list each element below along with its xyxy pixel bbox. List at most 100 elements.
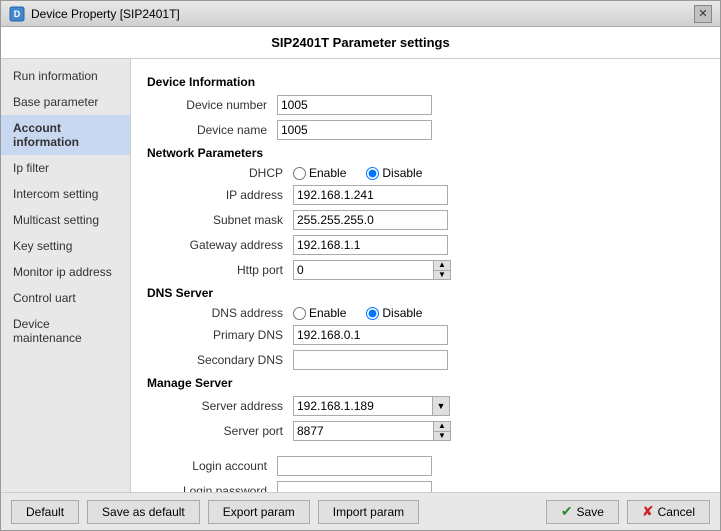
primary-dns-label: Primary DNS: [163, 328, 293, 342]
login-account-input[interactable]: [277, 456, 432, 476]
save-as-default-label: Save as default: [102, 505, 185, 519]
server-address-dropdown: ▼: [293, 396, 450, 416]
http-port-input[interactable]: [293, 260, 433, 280]
sidebar-item-monitor-ip-address[interactable]: Monitor ip address: [1, 259, 130, 285]
dhcp-radio-group: Enable Disable: [293, 166, 422, 180]
subnet-mask-label: Subnet mask: [163, 213, 293, 227]
sidebar-item-run-information[interactable]: Run information: [1, 63, 130, 89]
export-param-label: Export param: [223, 505, 295, 519]
secondary-dns-row: Secondary DNS: [163, 350, 704, 370]
close-button[interactable]: ✕: [694, 5, 712, 23]
cancel-button[interactable]: ✘ Cancel: [627, 500, 710, 524]
main-window: D Device Property [SIP2401T] ✕ SIP2401T …: [0, 0, 721, 531]
dns-disable-label: Disable: [382, 306, 422, 320]
device-number-label: Device number: [147, 98, 277, 112]
dhcp-disable-option[interactable]: Disable: [366, 166, 422, 180]
server-address-label: Server address: [163, 399, 293, 413]
device-name-row: Device name: [147, 120, 704, 140]
window-header: SIP2401T Parameter settings: [1, 27, 720, 59]
sidebar-item-account-information[interactable]: Account information: [1, 115, 130, 155]
dns-disable-radio[interactable]: [366, 307, 379, 320]
dhcp-disable-label: Disable: [382, 166, 422, 180]
window-footer: Default Save as default Export param Imp…: [1, 492, 720, 530]
sidebar-item-base-parameter[interactable]: Base parameter: [1, 89, 130, 115]
secondary-dns-input[interactable]: [293, 350, 448, 370]
import-param-label: Import param: [333, 505, 404, 519]
device-number-row: Device number: [147, 95, 704, 115]
dns-enable-radio[interactable]: [293, 307, 306, 320]
server-address-input[interactable]: [293, 396, 432, 416]
login-password-row: Login password: [147, 481, 704, 492]
primary-dns-input[interactable]: [293, 325, 448, 345]
login-account-label: Login account: [147, 459, 277, 473]
default-label: Default: [26, 505, 64, 519]
sidebar-item-intercom-setting[interactable]: Intercom setting: [1, 181, 130, 207]
server-port-down-btn[interactable]: ▼: [434, 432, 450, 441]
dhcp-row: DHCP Enable Disable: [163, 166, 704, 180]
dhcp-enable-radio[interactable]: [293, 167, 306, 180]
title-bar-text: Device Property [SIP2401T]: [31, 7, 180, 21]
login-password-input[interactable]: [277, 481, 432, 492]
header-title: SIP2401T Parameter settings: [271, 35, 449, 50]
login-account-row: Login account: [147, 456, 704, 476]
save-check-icon: ✔: [561, 503, 573, 520]
sidebar-item-device-maintenance[interactable]: Device maintenance: [1, 311, 130, 351]
primary-dns-row: Primary DNS: [163, 325, 704, 345]
cancel-x-icon: ✘: [642, 503, 654, 520]
title-bar: D Device Property [SIP2401T] ✕: [1, 1, 720, 27]
ip-address-label: IP address: [163, 188, 293, 202]
ip-address-input[interactable]: [293, 185, 448, 205]
export-param-button[interactable]: Export param: [208, 500, 310, 524]
server-port-spinner-buttons: ▲ ▼: [433, 421, 451, 441]
sidebar-item-ip-filter[interactable]: Ip filter: [1, 155, 130, 181]
http-port-down-btn[interactable]: ▼: [434, 271, 450, 280]
device-name-input[interactable]: [277, 120, 432, 140]
sidebar-item-key-setting[interactable]: Key setting: [1, 233, 130, 259]
gateway-label: Gateway address: [163, 238, 293, 252]
dhcp-disable-radio[interactable]: [366, 167, 379, 180]
device-number-input[interactable]: [277, 95, 432, 115]
gateway-input[interactable]: [293, 235, 448, 255]
save-button[interactable]: ✔ Save: [546, 500, 619, 524]
server-port-row: Server port ▲ ▼: [163, 421, 704, 441]
network-parameters-header: Network Parameters: [147, 146, 704, 160]
save-label: Save: [577, 505, 604, 519]
server-port-spinner: ▲ ▼: [293, 421, 451, 441]
window-body: Run information Base parameter Account i…: [1, 59, 720, 492]
ip-address-row: IP address: [163, 185, 704, 205]
device-information-header: Device Information: [147, 75, 704, 89]
dns-server-header: DNS Server: [147, 286, 704, 300]
login-password-label: Login password: [147, 484, 277, 492]
dns-enable-option[interactable]: Enable: [293, 306, 346, 320]
http-port-row: Http port ▲ ▼: [163, 260, 704, 280]
sidebar-item-multicast-setting[interactable]: Multicast setting: [1, 207, 130, 233]
window-icon: D: [9, 6, 25, 22]
dhcp-label: DHCP: [163, 166, 293, 180]
dns-address-row: DNS address Enable Disable: [163, 306, 704, 320]
http-port-label: Http port: [163, 263, 293, 277]
save-as-default-button[interactable]: Save as default: [87, 500, 200, 524]
dhcp-enable-option[interactable]: Enable: [293, 166, 346, 180]
import-param-button[interactable]: Import param: [318, 500, 419, 524]
main-content: Device Information Device number Device …: [131, 59, 720, 492]
dns-enable-label: Enable: [309, 306, 346, 320]
sidebar-item-control-uart[interactable]: Control uart: [1, 285, 130, 311]
dns-radio-group: Enable Disable: [293, 306, 422, 320]
http-port-spinner: ▲ ▼: [293, 260, 451, 280]
svg-text:D: D: [14, 9, 21, 19]
subnet-mask-row: Subnet mask: [163, 210, 704, 230]
http-port-spinner-buttons: ▲ ▼: [433, 260, 451, 280]
dhcp-enable-label: Enable: [309, 166, 346, 180]
cancel-label: Cancel: [658, 505, 695, 519]
server-address-row: Server address ▼: [163, 396, 704, 416]
default-button[interactable]: Default: [11, 500, 79, 524]
gateway-row: Gateway address: [163, 235, 704, 255]
dns-disable-option[interactable]: Disable: [366, 306, 422, 320]
secondary-dns-label: Secondary DNS: [163, 353, 293, 367]
manage-server-header: Manage Server: [147, 376, 704, 390]
dns-address-label: DNS address: [163, 306, 293, 320]
server-address-dropdown-btn[interactable]: ▼: [432, 396, 450, 416]
server-port-input[interactable]: [293, 421, 433, 441]
subnet-mask-input[interactable]: [293, 210, 448, 230]
sidebar: Run information Base parameter Account i…: [1, 59, 131, 492]
